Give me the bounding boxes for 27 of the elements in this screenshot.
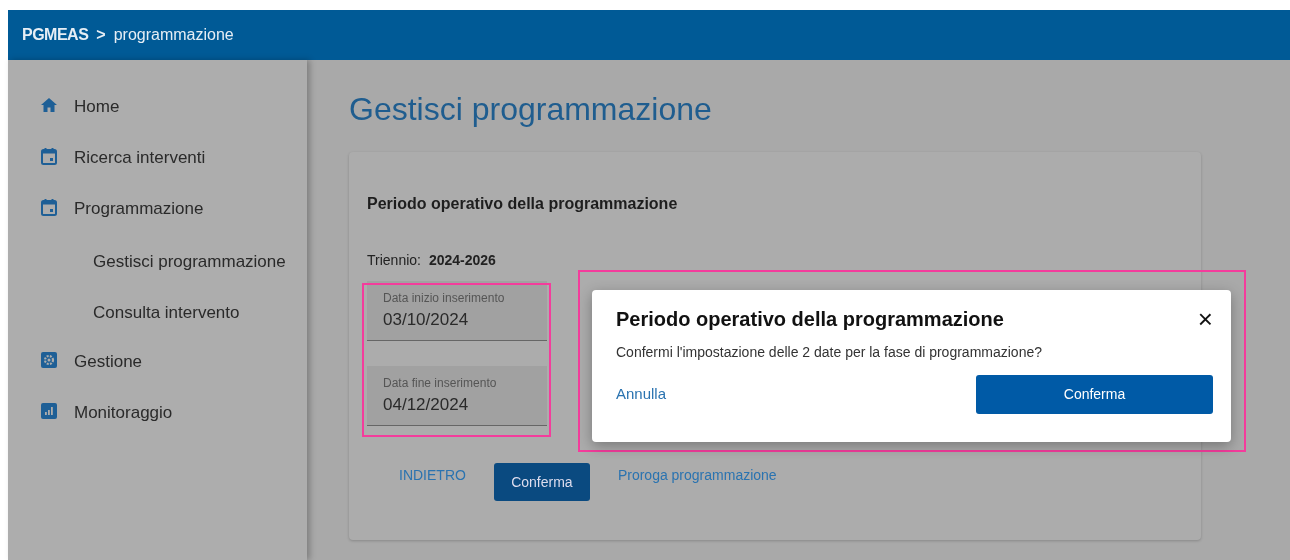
home-icon [40, 96, 58, 114]
breadcrumb-separator: > [96, 25, 106, 45]
triennio-label: Triennio: [367, 251, 421, 271]
gear-icon [40, 351, 58, 369]
date-field[interactable]: Data fine inserimento 04/12/2024 [367, 366, 547, 427]
close-button[interactable]: × [1197, 306, 1213, 332]
sidebar-item[interactable]: Home [74, 94, 120, 120]
sidebar-subitem[interactable]: Consulta intervento [93, 303, 240, 322]
sidebar-item[interactable]: Monitoraggio [74, 400, 173, 426]
app-name[interactable]: PGMEAS [22, 23, 89, 47]
section-title: Periodo operativo della programmazione [367, 194, 679, 215]
sidebar-subitem[interactable]: Gestisci programmazione [93, 252, 286, 271]
dialog-title: Periodo operativo della programmazione [616, 307, 1004, 331]
sidebar-item[interactable]: Ricerca interventi [74, 145, 206, 171]
triennio-value: 2024-2026 [428, 251, 496, 271]
cancel-link[interactable]: Annulla [616, 383, 667, 406]
calendar-icon [40, 198, 58, 216]
dialog-message: Confermi l'impostazione delle 2 date per la fase di programmazione? [616, 343, 1043, 362]
dialog-confirm-button[interactable]: Conferma [976, 375, 1213, 414]
breadcrumb-section[interactable]: programmazione [113, 23, 234, 47]
sidebar-item[interactable]: Programmazione [74, 196, 204, 222]
confirm-button[interactable]: Conferma [493, 463, 590, 502]
page-title: Gestisci programmazione [349, 90, 713, 129]
date-field[interactable]: Data inizio inserimento 03/10/2024 [367, 281, 547, 342]
sidebar-item[interactable]: Gestione [74, 349, 143, 375]
bar-chart-icon [40, 402, 58, 420]
calendar-icon [40, 147, 58, 165]
